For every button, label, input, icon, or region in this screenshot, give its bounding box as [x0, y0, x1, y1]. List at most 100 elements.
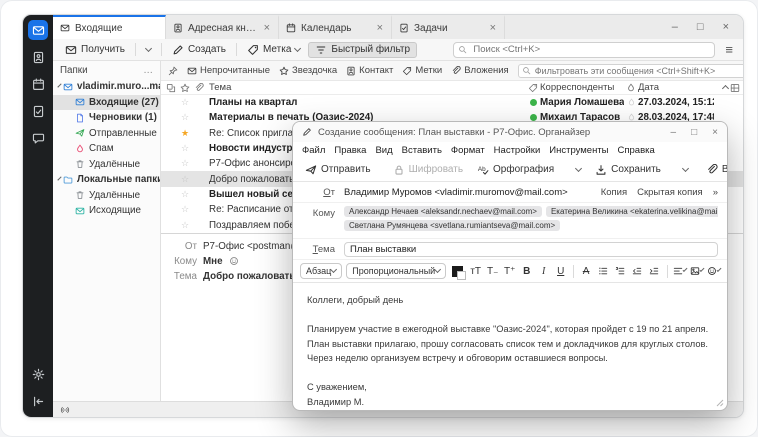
save-button[interactable]: Сохранить: [590, 162, 666, 178]
star-icon[interactable]: ☆: [178, 220, 192, 231]
close-button[interactable]: ×: [723, 22, 729, 33]
insert-emoji-button[interactable]: [707, 266, 720, 276]
compose-button[interactable]: Создать: [167, 42, 231, 58]
folder-local-1[interactable]: Исходящие: [53, 203, 160, 219]
rail-settings-icon[interactable]: [28, 364, 48, 384]
menu-Настройки[interactable]: Настройки: [494, 145, 541, 156]
indent-button[interactable]: [648, 266, 661, 276]
alignment-button[interactable]: [673, 266, 686, 276]
menu-Файл[interactable]: Файл: [302, 145, 325, 156]
search-input[interactable]: [453, 42, 715, 58]
recipient-pill[interactable]: Екатерина Великина <ekaterina.velikina@m…: [546, 206, 718, 217]
quick-filter-clip[interactable]: Вложения: [451, 65, 509, 76]
tab-close-icon[interactable]: ×: [489, 22, 497, 34]
tab-2[interactable]: Адресная книга×: [166, 15, 279, 39]
get-mail-button[interactable]: Получить: [60, 42, 130, 58]
rail-tasks-icon[interactable]: [28, 101, 48, 121]
tag-column-icon[interactable]: [526, 83, 540, 93]
menu-Вставить[interactable]: Вставить: [402, 145, 442, 156]
folder-acct-1[interactable]: Черновики (1): [53, 110, 160, 126]
recipient-pill[interactable]: Александр Нечаев <aleksandr.nechaev@mail…: [344, 206, 542, 217]
tab-4[interactable]: Задачи×: [392, 15, 505, 39]
text-color-picker[interactable]: [452, 266, 463, 277]
app-menu-button[interactable]: ≡: [722, 42, 736, 57]
quick-filter-tag[interactable]: Метки: [402, 65, 442, 76]
table-row[interactable]: ☆Планы на кварталМария Ломашева27.03.202…: [161, 95, 743, 110]
rail-mail-icon[interactable]: [28, 20, 48, 40]
rail-chat-icon[interactable]: [28, 128, 48, 148]
maximize-button[interactable]: □: [697, 22, 704, 33]
star-icon[interactable]: ★: [178, 128, 192, 139]
expand-caret[interactable]: [57, 176, 61, 180]
recipient-pill[interactable]: Светлана Румянцева <svetlana.rumiantseva…: [344, 220, 560, 231]
expand-caret[interactable]: [57, 83, 61, 87]
bullet-list-button[interactable]: [597, 266, 610, 276]
folder-local-0[interactable]: Удалённые: [53, 188, 160, 204]
folder-acct-4[interactable]: Удалённые: [53, 157, 160, 173]
decrease-font-button[interactable]: T₋: [486, 266, 499, 277]
quick-filter-address-book[interactable]: Контакт: [346, 65, 393, 76]
menu-Вид[interactable]: Вид: [375, 145, 392, 156]
compose-maximize-button[interactable]: □: [691, 127, 697, 138]
pin-filter-icon[interactable]: [168, 66, 178, 76]
remove-formatting-button[interactable]: A: [580, 266, 593, 277]
numbered-list-button[interactable]: [614, 266, 627, 276]
compose-body-editor[interactable]: Коллеги, добрый деньПланируем участие в …: [293, 283, 727, 410]
filter-messages-input[interactable]: [518, 64, 744, 78]
quick-filter-mail[interactable]: Непрочитанные: [187, 65, 270, 76]
rail-address-book-icon[interactable]: [28, 47, 48, 67]
star-icon[interactable]: ☆: [178, 112, 192, 123]
tab-3[interactable]: Календарь×: [279, 15, 392, 39]
increase-font-button[interactable]: T⁺: [503, 266, 516, 277]
save-dropdown[interactable]: [678, 167, 693, 173]
date-column-header[interactable]: Дата: [638, 82, 714, 93]
send-button[interactable]: Отправить: [300, 162, 376, 178]
menu-Правка[interactable]: Правка: [334, 145, 366, 156]
compose-close-button[interactable]: ×: [712, 127, 718, 138]
correspondents-column-header[interactable]: Корреспонденты: [540, 82, 624, 93]
outdent-button[interactable]: [631, 266, 644, 276]
insert-image-button[interactable]: [690, 266, 703, 276]
bcc-button[interactable]: Скрытая копия: [637, 187, 703, 198]
folder-account[interactable]: vladimir.muro...mail.com: [53, 79, 160, 95]
spelling-dropdown[interactable]: [571, 167, 586, 173]
tab-1[interactable]: Входящие: [53, 15, 166, 39]
cc-button[interactable]: Копия: [601, 187, 627, 198]
from-value[interactable]: Владимир Муромов <vladimir.muromov@mail.…: [344, 187, 595, 198]
star-icon[interactable]: ☆: [178, 158, 192, 169]
junk-column-icon[interactable]: [624, 83, 638, 93]
more-addressing-button[interactable]: »: [713, 187, 718, 198]
tab-close-icon[interactable]: ×: [376, 22, 384, 34]
star-icon[interactable]: ☆: [178, 143, 192, 154]
star-icon[interactable]: ☆: [178, 204, 192, 215]
attach-button[interactable]: Вложить: [701, 162, 728, 178]
encrypt-button[interactable]: Шифровать: [388, 162, 468, 178]
minimize-button[interactable]: –: [672, 22, 678, 33]
spelling-button[interactable]: AbОрфография: [472, 162, 559, 178]
star-icon[interactable]: ☆: [178, 189, 192, 200]
folder-pane-options-button[interactable]: …: [143, 65, 153, 76]
folder-acct-2[interactable]: Отправленные: [53, 126, 160, 142]
thread-column-icon[interactable]: [164, 83, 178, 93]
subject-column-header[interactable]: Тема: [206, 82, 526, 93]
menu-Инструменты[interactable]: Инструменты: [549, 145, 608, 156]
font-style-icon[interactable]: тТ: [469, 266, 482, 277]
quick-filter-toggle[interactable]: Быстрый фильтр: [308, 42, 417, 58]
get-mail-dropdown[interactable]: [141, 47, 156, 53]
font-select[interactable]: Пропорциональный: [346, 263, 446, 279]
bold-button[interactable]: B: [520, 266, 533, 277]
menu-Формат[interactable]: Формат: [451, 145, 485, 156]
sort-ascending-icon[interactable]: [722, 85, 729, 92]
italic-button[interactable]: I: [537, 266, 550, 277]
star-icon[interactable]: ☆: [178, 174, 192, 185]
star-icon[interactable]: ☆: [178, 97, 192, 108]
folder-acct-3[interactable]: Спам: [53, 141, 160, 157]
subject-input[interactable]: [344, 242, 718, 257]
star-column-icon[interactable]: [178, 83, 192, 93]
tab-close-icon[interactable]: ×: [263, 22, 271, 34]
folder-acct-0[interactable]: Входящие (27): [53, 95, 160, 111]
rail-collapse-panel-icon[interactable]: [28, 391, 48, 411]
rail-calendar-icon[interactable]: [28, 74, 48, 94]
paragraph-style-select[interactable]: Абзац: [300, 263, 342, 279]
compose-minimize-button[interactable]: –: [671, 127, 677, 138]
